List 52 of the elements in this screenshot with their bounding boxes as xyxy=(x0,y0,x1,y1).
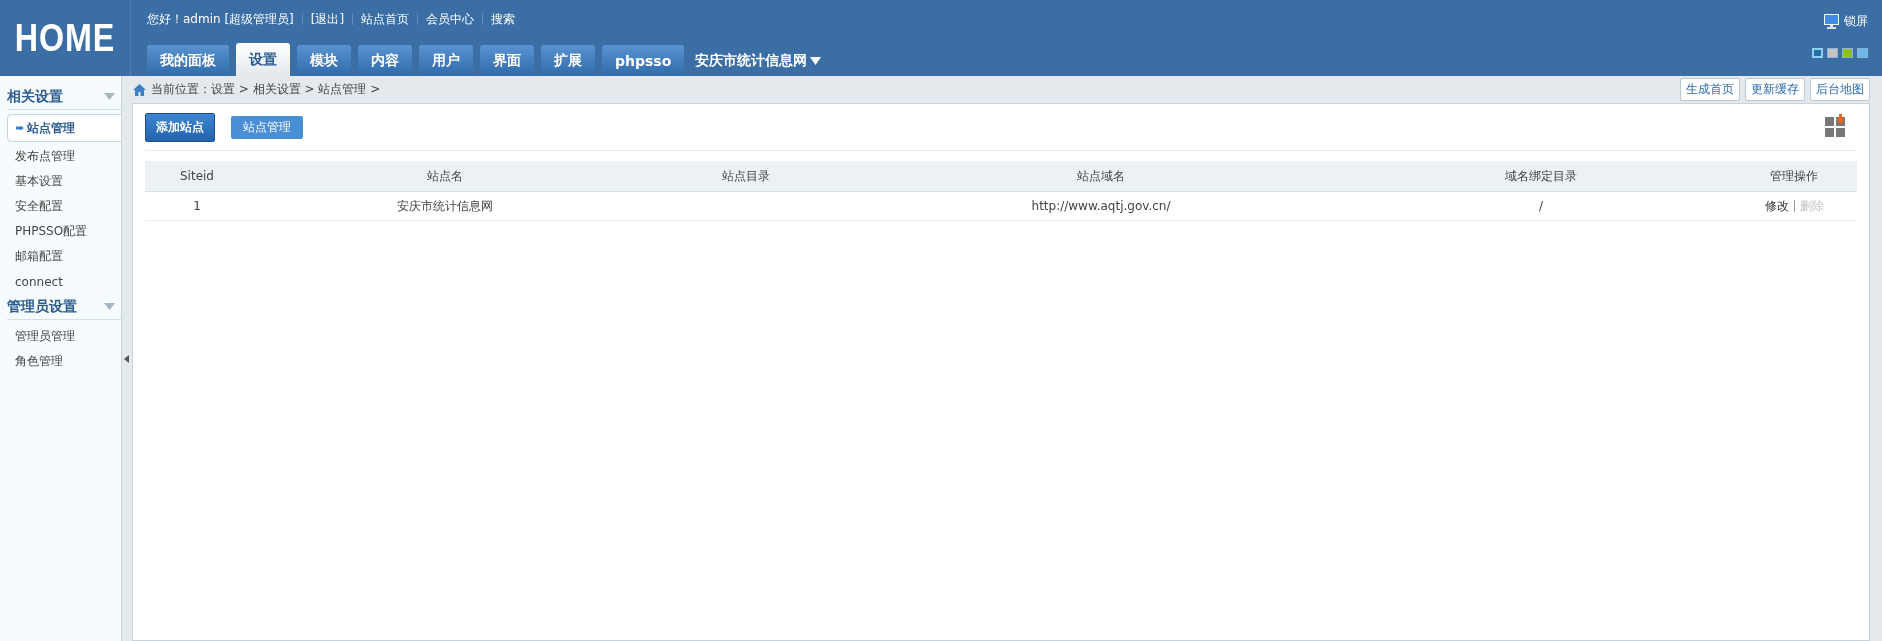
logo-text: HOME xyxy=(14,16,116,60)
column-header: 站点名 xyxy=(426,167,464,185)
column-header: 站点目录 xyxy=(721,167,771,185)
sidebar-item[interactable]: 邮箱配置 xyxy=(7,244,121,269)
nav-tab[interactable]: phpsso xyxy=(602,45,685,76)
toolbar-button[interactable]: 后台地图 xyxy=(1810,78,1870,101)
nav-tab[interactable]: 设置 xyxy=(236,43,290,76)
column-header: 站点域名 xyxy=(1076,167,1126,185)
theme-swatch[interactable] xyxy=(1842,48,1853,58)
site-dropdown[interactable]: 安庆市统计信息网 xyxy=(691,45,826,76)
nav-tab[interactable]: 扩展 xyxy=(541,45,595,76)
table-cell: 1 xyxy=(193,199,201,213)
sub-tab[interactable]: 添加站点 xyxy=(145,112,215,142)
sidebar-item[interactable]: 管理员管理 xyxy=(7,324,121,349)
header-link[interactable]: [退出] xyxy=(310,10,345,28)
sidebar-item[interactable]: connect xyxy=(7,269,121,294)
sidebar-group-header[interactable]: 管理员设置 xyxy=(7,294,121,320)
collapse-sidebar-icon[interactable] xyxy=(124,354,130,363)
sidebar-item[interactable]: 基本设置 xyxy=(7,169,121,194)
theme-swatch[interactable] xyxy=(1827,48,1838,58)
nav-tab[interactable]: 内容 xyxy=(358,45,412,76)
header-link[interactable]: 会员中心 xyxy=(426,10,475,28)
lock-screen-link[interactable]: 锁屏 xyxy=(1824,13,1868,30)
sidebar-item[interactable]: PHPSSO配置 xyxy=(7,219,121,244)
sidebar-item[interactable]: 角色管理 xyxy=(7,349,121,374)
sidebar-group-header[interactable]: 相关设置 xyxy=(7,84,121,110)
toolbar-button[interactable]: 生成首页 xyxy=(1680,78,1740,101)
nav-tab[interactable]: 界面 xyxy=(480,45,534,76)
row-action-link[interactable]: 修改 xyxy=(1764,198,1789,213)
breadcrumb: 当前位置：设置 > 相关设置 > 站点管理 > xyxy=(151,81,381,98)
nav-tab[interactable]: 我的面板 xyxy=(147,45,229,76)
sub-tab[interactable]: 站点管理 xyxy=(231,115,303,139)
header-link[interactable]: 搜索 xyxy=(491,10,516,28)
nav-tab[interactable]: 用户 xyxy=(419,45,473,76)
table-cell: 安庆市统计信息网 xyxy=(397,198,493,213)
theme-swatch[interactable] xyxy=(1812,48,1823,58)
home-icon xyxy=(133,83,146,96)
column-header: Siteid xyxy=(179,169,215,183)
monitor-icon xyxy=(1824,14,1839,29)
header-link[interactable]: 站点首页 xyxy=(361,10,410,28)
sidebar-item[interactable]: 安全配置 xyxy=(7,194,121,219)
column-header: 管理操作 xyxy=(1769,167,1819,185)
sidebar-item[interactable]: 发布点管理 xyxy=(7,144,121,169)
header-link[interactable]: 您好！admin [超级管理员] xyxy=(147,10,294,28)
theme-swatch[interactable] xyxy=(1857,48,1868,58)
nav-tab[interactable]: 模块 xyxy=(297,45,351,76)
toolbar-button[interactable]: 更新缓存 xyxy=(1745,78,1805,101)
column-header: 域名绑定目录 xyxy=(1504,167,1578,185)
sidebar-item[interactable]: 站点管理 xyxy=(7,114,121,142)
table-cell: http://www.aqtj.gov.cn/ xyxy=(1031,199,1171,213)
caret-icon xyxy=(810,56,822,65)
table-cell: / xyxy=(1538,199,1543,213)
